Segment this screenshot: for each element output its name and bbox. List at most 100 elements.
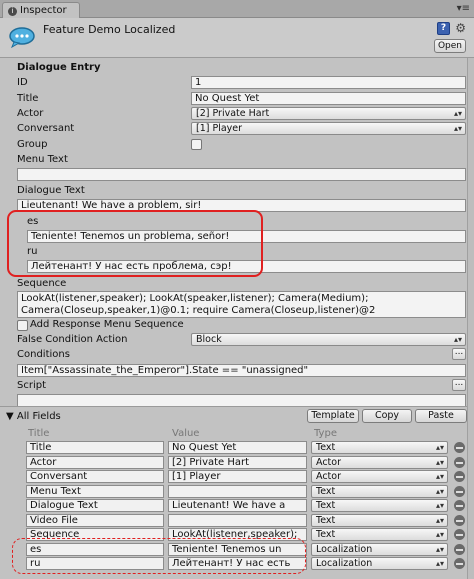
localization-rows-highlight xyxy=(12,538,306,574)
field-type-dropdown[interactable]: Actor ▴▾ xyxy=(311,456,448,469)
tab-inspector[interactable]: i Inspector xyxy=(2,2,80,18)
foldout-arrow-icon: ▼ xyxy=(6,411,14,422)
remove-field-icon[interactable] xyxy=(454,515,465,526)
dropdown-arrow-icon: ▴▾ xyxy=(435,516,444,525)
inspector-header: Feature Demo Localized ? ⚙ Open xyxy=(0,18,474,58)
title-label: Title xyxy=(17,93,39,104)
field-type-dropdown[interactable]: Localization ▴▾ xyxy=(311,543,448,556)
paste-button[interactable]: Paste xyxy=(415,409,467,423)
dropdown-arrow-icon: ▴▾ xyxy=(435,472,444,481)
field-title-cell[interactable]: Actor xyxy=(26,456,164,469)
dropdown-arrow-icon: ▴▾ xyxy=(435,501,444,510)
all-fields-foldout[interactable]: ▼ All Fields xyxy=(6,410,61,423)
field-title-cell[interactable]: Video File xyxy=(26,514,164,527)
false-condition-dropdown[interactable]: Block ▴▾ xyxy=(191,333,466,346)
field-type-value: Text xyxy=(316,515,336,526)
actor-dropdown[interactable]: [2] Private Hart ▴▾ xyxy=(191,107,466,120)
sequence-line-1: LookAt(listener,speaker); LookAt(speaker… xyxy=(21,293,369,304)
group-checkbox[interactable] xyxy=(191,139,202,150)
id-field[interactable]: 1 xyxy=(191,76,466,89)
gear-icon[interactable]: ⚙ xyxy=(455,21,466,35)
conversant-dropdown[interactable]: [1] Player ▴▾ xyxy=(191,122,466,135)
field-title-cell[interactable]: Dialogue Text xyxy=(26,499,164,512)
dialogue-text-label: Dialogue Text xyxy=(17,185,85,196)
conversant-label: Conversant xyxy=(17,123,75,134)
menu-text-field[interactable] xyxy=(17,168,466,181)
conditions-label: Conditions xyxy=(17,349,70,360)
remove-field-icon[interactable] xyxy=(454,529,465,540)
template-button[interactable]: Template xyxy=(307,409,359,423)
asset-name: Feature Demo Localized xyxy=(43,23,176,36)
add-response-checkbox[interactable] xyxy=(17,320,28,331)
menu-text-label: Menu Text xyxy=(17,154,68,165)
tab-menu-icon[interactable]: ▾≡ xyxy=(457,3,470,14)
field-type-dropdown[interactable]: Text ▴▾ xyxy=(311,441,448,454)
field-type-dropdown[interactable]: Localization ▴▾ xyxy=(311,557,448,570)
field-type-dropdown[interactable]: Text ▴▾ xyxy=(311,528,448,541)
remove-field-icon[interactable] xyxy=(454,442,465,453)
info-icon: i xyxy=(8,7,17,16)
dropdown-arrow-icon: ▴▾ xyxy=(453,335,462,344)
field-type-value: Text xyxy=(316,442,336,453)
field-title-cell[interactable]: Conversant xyxy=(26,470,164,483)
scrollbar[interactable] xyxy=(467,58,474,579)
conditions-wizard-button[interactable]: ... xyxy=(452,348,466,360)
field-type-dropdown[interactable]: Text ▴▾ xyxy=(311,499,448,512)
remove-field-icon[interactable] xyxy=(454,471,465,482)
dropdown-arrow-icon: ▴▾ xyxy=(435,530,444,539)
field-value-cell[interactable]: Lieutenant! We have a xyxy=(168,499,307,512)
field-value-cell[interactable] xyxy=(168,514,307,527)
column-value-header: Value xyxy=(172,428,200,439)
field-type-value: Text xyxy=(316,529,336,540)
dropdown-arrow-icon: ▴▾ xyxy=(453,124,462,133)
field-value-cell[interactable]: [2] Private Hart xyxy=(168,456,307,469)
false-condition-value: Block xyxy=(196,334,222,345)
column-type-header: Type xyxy=(314,428,337,439)
sequence-line-2: Camera(Closeup,speaker,1)@0.1; require C… xyxy=(21,305,376,316)
script-label: Script xyxy=(17,380,47,391)
field-type-value: Localization xyxy=(316,558,373,569)
tab-inspector-label: Inspector xyxy=(20,5,67,16)
remove-field-icon[interactable] xyxy=(454,544,465,555)
field-title-cell[interactable]: Title xyxy=(26,441,164,454)
id-label: ID xyxy=(17,77,28,88)
field-type-value: Actor xyxy=(316,457,341,468)
remove-field-icon[interactable] xyxy=(454,486,465,497)
field-title-cell[interactable]: Menu Text xyxy=(26,485,164,498)
sequence-field[interactable]: LookAt(listener,speaker); LookAt(speaker… xyxy=(17,291,466,318)
field-type-dropdown[interactable]: Actor ▴▾ xyxy=(311,470,448,483)
conditions-field[interactable]: Item["Assassinate_the_Emperor"].State ==… xyxy=(17,364,466,377)
window-tabstrip: i Inspector ▾≡ xyxy=(0,0,474,18)
divider xyxy=(0,406,474,407)
remove-field-icon[interactable] xyxy=(454,500,465,511)
sequence-label: Sequence xyxy=(17,278,67,289)
dropdown-arrow-icon: ▴▾ xyxy=(435,559,444,568)
add-response-label: Add Response Menu Sequence xyxy=(30,319,184,330)
field-type-value: Text xyxy=(316,500,336,511)
script-wizard-button[interactable]: ... xyxy=(452,379,466,391)
dropdown-arrow-icon: ▴▾ xyxy=(435,545,444,554)
section-title: Dialogue Entry xyxy=(17,62,101,73)
field-value-cell[interactable] xyxy=(168,485,307,498)
help-icon[interactable]: ? xyxy=(437,22,450,35)
field-type-dropdown[interactable]: Text ▴▾ xyxy=(311,485,448,498)
dialogue-asset-icon xyxy=(9,27,35,48)
field-value-cell[interactable]: [1] Player xyxy=(168,470,307,483)
remove-field-icon[interactable] xyxy=(454,457,465,468)
title-field[interactable]: No Quest Yet xyxy=(191,92,466,105)
group-label: Group xyxy=(17,139,48,150)
copy-button[interactable]: Copy xyxy=(362,409,412,423)
field-type-dropdown[interactable]: Text ▴▾ xyxy=(311,514,448,527)
field-type-value: Text xyxy=(316,486,336,497)
field-value-cell[interactable]: No Quest Yet xyxy=(168,441,307,454)
dropdown-arrow-icon: ▴▾ xyxy=(435,458,444,467)
open-button[interactable]: Open xyxy=(434,39,466,53)
dropdown-arrow-icon: ▴▾ xyxy=(435,487,444,496)
localization-highlight xyxy=(7,210,263,277)
actor-label: Actor xyxy=(17,108,44,119)
remove-field-icon[interactable] xyxy=(454,558,465,569)
dropdown-arrow-icon: ▴▾ xyxy=(453,109,462,118)
false-condition-label: False Condition Action xyxy=(17,334,128,345)
all-fields-title: All Fields xyxy=(16,411,61,422)
conversant-dropdown-value: [1] Player xyxy=(196,123,243,134)
